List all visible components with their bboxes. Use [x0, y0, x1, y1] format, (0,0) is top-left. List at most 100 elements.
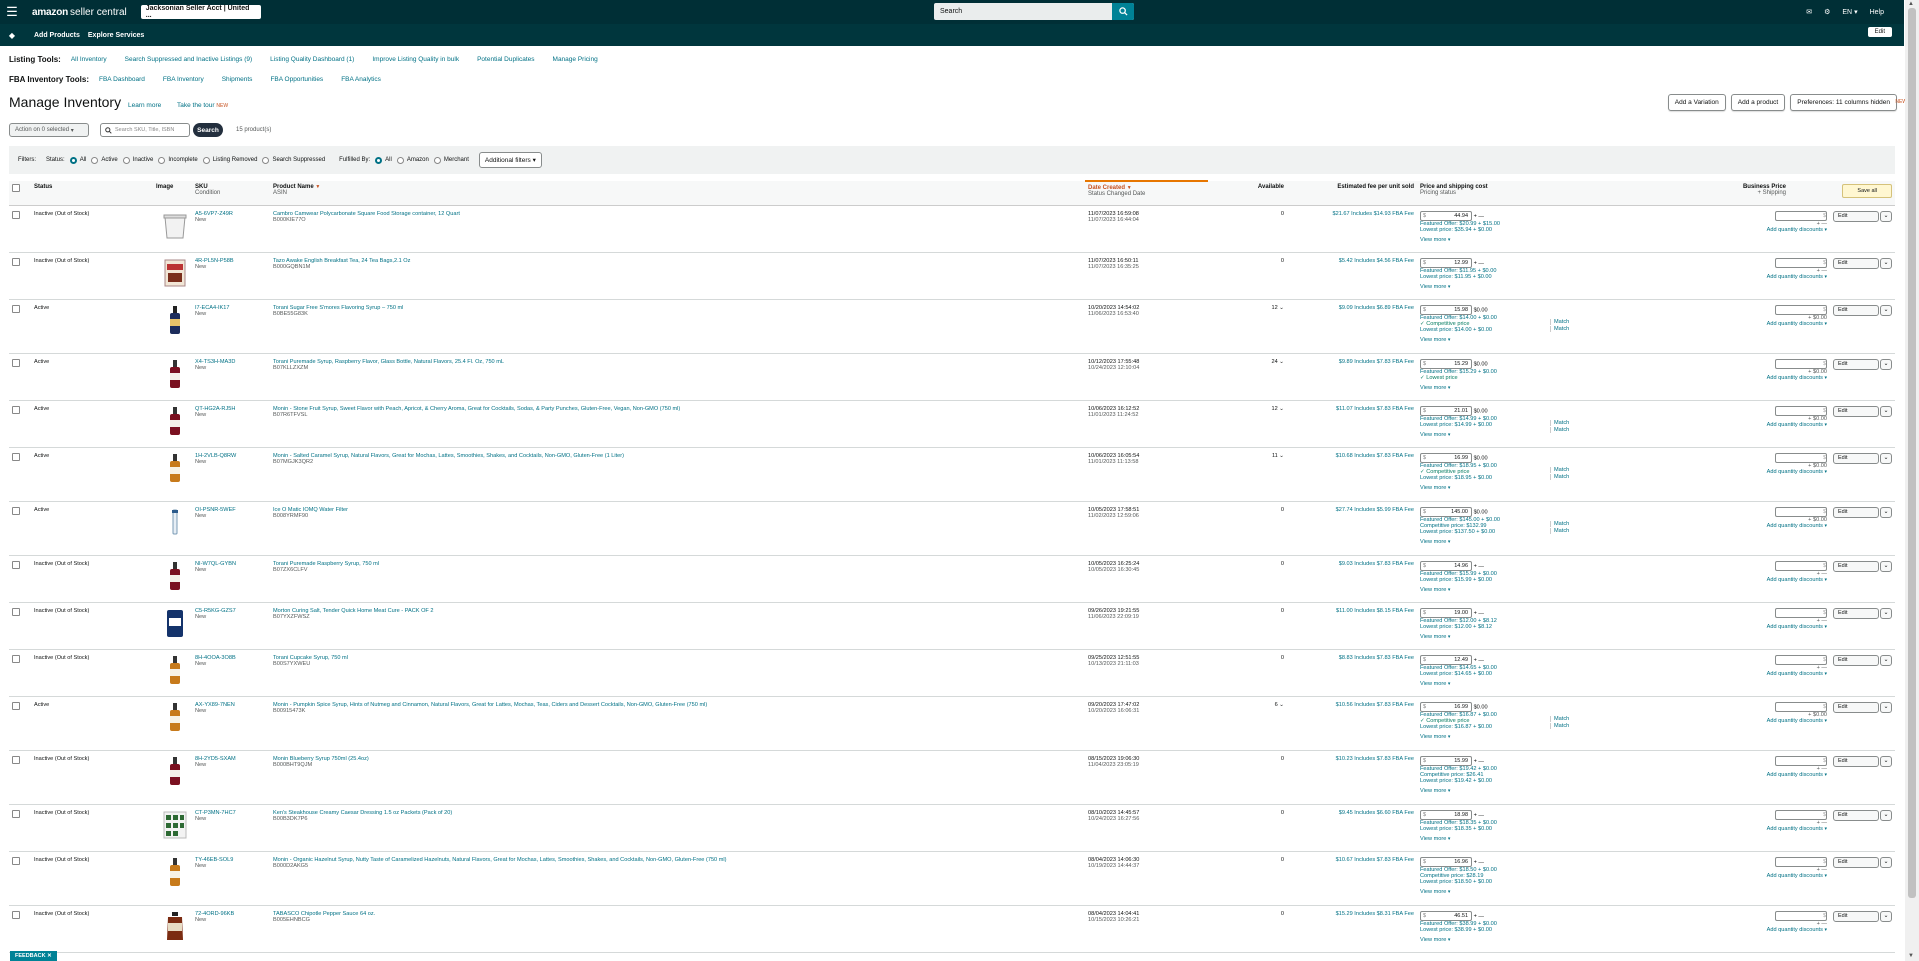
add-quantity-discounts[interactable]: Add quantity discounts ▾ [1767, 469, 1827, 475]
edit-button[interactable]: Edit [1833, 701, 1879, 713]
row-fee[interactable]: $11.00 Includes $8.15 FBA Fee [1287, 602, 1417, 650]
match-link[interactable]: Match [1550, 325, 1610, 332]
edit-button[interactable]: Edit [1833, 654, 1879, 666]
add-quantity-discounts[interactable]: Add quantity discounts ▾ [1767, 772, 1827, 778]
product-image[interactable] [162, 655, 188, 685]
row-fee[interactable]: $10.56 Includes $7.83 FBA Fee [1287, 696, 1417, 751]
product-image[interactable] [162, 359, 188, 389]
nav-add-products[interactable]: Add Products [34, 32, 80, 39]
edit-dropdown-chevron-icon[interactable]: ⌄ [1880, 809, 1892, 821]
business-price-input[interactable]: $ [1775, 452, 1827, 463]
product-image[interactable] [162, 305, 188, 335]
col-date-created[interactable]: Date Created ▼ Status Changed Date [1085, 180, 1208, 206]
price-input[interactable]: $46.51 [1420, 910, 1472, 921]
add-quantity-discounts[interactable]: Add quantity discounts ▾ [1767, 577, 1827, 583]
learn-more-link[interactable]: Learn more [128, 102, 161, 109]
edit-dropdown-chevron-icon[interactable]: ⌄ [1880, 701, 1892, 713]
nav-edit-button[interactable]: Edit [1867, 27, 1892, 37]
status-radio[interactable] [262, 156, 270, 164]
row-asin[interactable]: B00B3DK7P6 [273, 816, 1082, 822]
business-price-input[interactable]: $ [1775, 506, 1827, 517]
listing-tool-link[interactable]: All Inventory [71, 56, 107, 63]
col-status[interactable]: Status [31, 181, 153, 206]
edit-dropdown-chevron-icon[interactable]: ⌄ [1880, 257, 1892, 269]
edit-button[interactable]: Edit [1833, 560, 1879, 572]
global-search-input[interactable]: Search [934, 8, 1112, 15]
fba-tool-link[interactable]: Shipments [222, 76, 253, 83]
col-product-name[interactable]: Product Name ▼ ASIN [270, 181, 1085, 206]
view-more-link[interactable]: View more ▾ [1420, 788, 1550, 794]
row-fee[interactable]: $21.67 Includes $14.93 FBA Fee [1287, 205, 1417, 253]
business-price-input[interactable]: $ [1775, 910, 1827, 921]
product-image[interactable] [162, 561, 188, 591]
row-available[interactable]: 24 ⌄ [1272, 359, 1284, 365]
status-radio[interactable] [202, 156, 210, 164]
gear-icon[interactable]: ⚙ [1824, 8, 1830, 16]
view-more-link[interactable]: View more ▾ [1420, 284, 1550, 290]
row-checkbox[interactable] [12, 257, 20, 266]
edit-button[interactable]: Edit [1833, 210, 1879, 222]
edit-button[interactable]: Edit [1833, 856, 1879, 868]
row-checkbox[interactable] [12, 856, 20, 865]
row-checkbox[interactable] [12, 910, 20, 919]
row-checkbox[interactable] [12, 304, 20, 313]
business-price-input[interactable]: $ [1775, 560, 1827, 571]
row-asin[interactable]: B07KLLZXZM [273, 365, 1082, 371]
add-product-button[interactable]: Add a product [1730, 94, 1786, 111]
match-link[interactable]: Match [1550, 466, 1610, 473]
match-link[interactable]: Match [1550, 318, 1610, 325]
match-link[interactable]: Match [1550, 527, 1610, 534]
nav-explore-services[interactable]: Explore Services [88, 32, 144, 39]
product-image[interactable] [162, 211, 188, 241]
price-input[interactable]: $14.96 [1420, 560, 1472, 571]
row-asin[interactable]: B000BHT9QJM [273, 762, 1082, 768]
row-available[interactable]: 11 ⌄ [1272, 453, 1284, 459]
edit-button[interactable]: Edit [1833, 607, 1879, 619]
row-checkbox[interactable] [12, 701, 20, 710]
add-quantity-discounts[interactable]: Add quantity discounts ▾ [1767, 718, 1827, 724]
business-price-input[interactable]: $ [1775, 809, 1827, 820]
take-tour-link[interactable]: Take the tour NEW [177, 102, 228, 109]
search-icon[interactable] [1112, 3, 1134, 20]
status-radio[interactable] [69, 156, 77, 164]
row-checkbox[interactable] [12, 405, 20, 414]
product-image[interactable] [162, 406, 188, 436]
view-more-link[interactable]: View more ▾ [1420, 485, 1550, 491]
inventory-search-button[interactable]: Search [193, 123, 223, 137]
business-price-input[interactable]: $ [1775, 654, 1827, 665]
view-more-link[interactable]: View more ▾ [1420, 385, 1550, 391]
fba-tool-link[interactable]: FBA Dashboard [99, 76, 145, 83]
view-more-link[interactable]: View more ▾ [1420, 587, 1550, 593]
row-fee[interactable]: $9.89 Includes $7.83 FBA Fee [1287, 353, 1417, 401]
inventory-search-input[interactable]: Search SKU, Title, ISBN [100, 123, 190, 137]
add-quantity-discounts[interactable]: Add quantity discounts ▾ [1767, 826, 1827, 832]
col-price[interactable]: Price and shipping cost Pricing status [1417, 181, 1723, 206]
price-input[interactable]: $44.94 [1420, 210, 1472, 221]
row-checkbox[interactable] [12, 506, 20, 515]
add-variation-button[interactable]: Add a Variation [1667, 94, 1726, 111]
view-more-link[interactable]: View more ▾ [1420, 937, 1550, 943]
price-input[interactable]: $15.29 [1420, 358, 1472, 369]
business-price-input[interactable]: $ [1775, 856, 1827, 867]
business-price-input[interactable]: $ [1775, 304, 1827, 315]
help-link[interactable]: Help [1870, 9, 1884, 16]
save-all-button[interactable]: Save all [1842, 184, 1892, 198]
add-quantity-discounts[interactable]: Add quantity discounts ▾ [1767, 274, 1827, 280]
match-link[interactable]: Match [1550, 426, 1610, 433]
product-image[interactable] [162, 810, 188, 840]
hamburger-menu-icon[interactable]: ☰ [0, 4, 24, 20]
status-radio[interactable] [158, 156, 166, 164]
row-asin[interactable]: B005EHNBCG [273, 917, 1082, 923]
match-link[interactable]: Match [1550, 473, 1610, 480]
add-quantity-discounts[interactable]: Add quantity discounts ▾ [1767, 523, 1827, 529]
match-link[interactable]: Match [1550, 715, 1610, 722]
price-input[interactable]: $15.98 [1420, 304, 1472, 315]
view-more-link[interactable]: View more ▾ [1420, 836, 1550, 842]
row-checkbox[interactable] [12, 358, 20, 367]
price-input[interactable]: $19.00 [1420, 607, 1472, 618]
price-input[interactable]: $12.99 [1420, 257, 1472, 268]
row-checkbox[interactable] [12, 560, 20, 569]
fulfilled-radio[interactable] [396, 156, 404, 164]
business-price-input[interactable]: $ [1775, 755, 1827, 766]
row-asin[interactable]: B07R6TFVSL [273, 412, 1082, 418]
